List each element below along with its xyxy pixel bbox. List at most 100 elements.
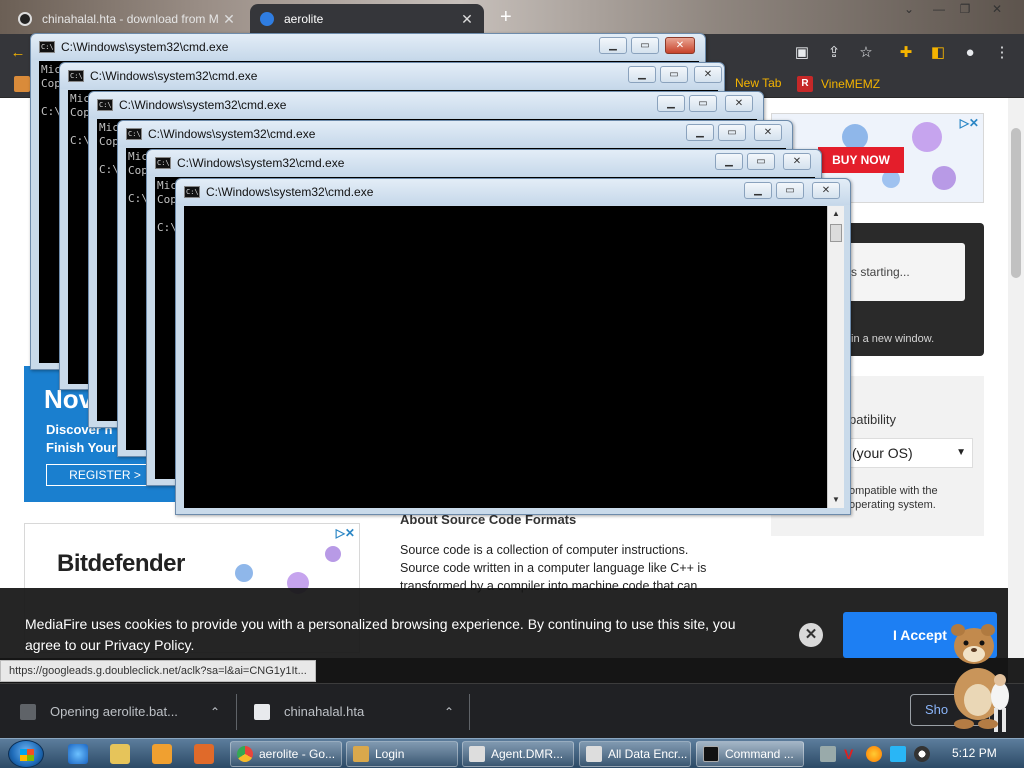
download-starting-text: s starting...	[851, 265, 910, 279]
minimize-button[interactable]: ▁	[744, 182, 772, 199]
close-button[interactable]: ✕	[725, 95, 753, 112]
cmd-scrollbar[interactable]: ▲ ▼	[827, 206, 844, 508]
close-button[interactable]: ✕	[754, 124, 782, 141]
taskbar-button-login[interactable]: Login	[346, 741, 458, 767]
cookie-close-button[interactable]: ✕	[799, 623, 823, 647]
explorer-folder-icon[interactable]	[110, 744, 130, 764]
profile-avatar-icon[interactable]: ●	[960, 43, 980, 63]
maximize-button[interactable]: ▭	[689, 95, 717, 112]
cmd-title: C:\Windows\system32\cmd.exe	[61, 40, 229, 54]
cookie-message: MediaFire uses cookies to provide you wi…	[25, 616, 736, 653]
internet-explorer-icon[interactable]	[68, 744, 88, 764]
download-item-aerolite[interactable]: Opening aerolite.bat... ⌃	[20, 684, 220, 739]
cmd-titlebar[interactable]: C:\ C:\Windows\system32\cmd.exe ▁ ▭ ✕	[89, 92, 763, 118]
close-button[interactable]: ✕	[694, 66, 722, 83]
cmd-window-active[interactable]: C:\ C:\Windows\system32\cmd.exe ▁ ▭ ✕ ▲ …	[175, 178, 851, 515]
minimize-button[interactable]: ▁	[628, 66, 656, 83]
buy-now-button[interactable]: BUY NOW	[818, 147, 904, 173]
divider	[236, 694, 237, 730]
close-button[interactable]: ✕	[812, 182, 840, 199]
tray-app-icon[interactable]	[820, 746, 836, 762]
menu-kebab-icon[interactable]: ⋮	[992, 43, 1012, 63]
minimize-button[interactable]: ▁	[715, 153, 743, 170]
scroll-up-icon[interactable]: ▲	[828, 206, 844, 222]
tab-aerolite[interactable]: aerolite ✕	[250, 4, 484, 34]
close-button[interactable]: ✕	[665, 37, 695, 54]
clock[interactable]: 5:12 PM	[952, 746, 997, 760]
cmd-titlebar[interactable]: C:\ C:\Windows\system32\cmd.exe ▁ ▭ ✕	[31, 34, 705, 60]
scrollbar-thumb[interactable]	[1011, 128, 1021, 278]
new-tab-button[interactable]: +	[500, 6, 512, 29]
taskbar-button-command[interactable]: Command ...	[696, 741, 804, 767]
taskbar-button-label: aerolite - Go...	[259, 747, 336, 761]
promo-line: Finish Your	[46, 440, 117, 455]
tray-search-icon[interactable]	[866, 746, 882, 762]
tray-volume-icon[interactable]	[914, 746, 930, 762]
cmd-icon: C:\	[184, 186, 200, 198]
chevron-up-icon[interactable]: ⌃	[444, 705, 454, 719]
media-player-icon[interactable]	[152, 744, 172, 764]
tab-close-icon[interactable]: ✕	[222, 11, 236, 28]
close-button[interactable]: ✕	[783, 153, 811, 170]
browser-tab-strip: chinahalal.hta - download from M ✕ aerol…	[0, 0, 1024, 34]
back-arrow-icon[interactable]: ←	[8, 43, 28, 63]
tray-v-icon[interactable]: V	[844, 746, 860, 762]
system-tray: V 5:12 PM	[812, 739, 1024, 768]
maximize-button[interactable]: ▭	[747, 153, 775, 170]
chevron-up-icon[interactable]: ⌃	[210, 705, 220, 719]
taskbar-button-label: All Data Encr...	[608, 747, 688, 761]
maximize-button[interactable]: ▭	[718, 124, 746, 141]
maximize-button[interactable]: ▭	[660, 66, 688, 83]
scrollbar-thumb[interactable]	[830, 224, 842, 242]
bookmark-star-icon[interactable]: ☆	[856, 43, 876, 63]
cmd-titlebar[interactable]: C:\ C:\Windows\system32\cmd.exe ▁ ▭ ✕	[118, 121, 792, 147]
taskbar-button-label: Agent.DMR...	[491, 747, 564, 761]
taskbar-button-data-encrypted[interactable]: All Data Encr...	[579, 741, 691, 767]
download-item-chinahalal[interactable]: chinahalal.hta ⌃	[254, 684, 454, 739]
window-close-button[interactable]: ✕	[986, 2, 1008, 18]
share-icon[interactable]: ⇪	[824, 43, 844, 63]
cmd-titlebar[interactable]: C:\ C:\Windows\system32\cmd.exe ▁ ▭ ✕	[176, 179, 850, 205]
tab-chinahalal[interactable]: chinahalal.hta - download from M ✕	[8, 4, 246, 34]
app-quicklaunch-icon[interactable]	[194, 744, 214, 764]
media-icon[interactable]: ▣	[792, 43, 812, 63]
minimize-button[interactable]: ▁	[686, 124, 714, 141]
cmd-icon: C:\	[155, 157, 171, 169]
download-label: chinahalal.hta	[284, 704, 365, 719]
maximize-button[interactable]: ▭	[631, 37, 659, 54]
taskbar-button-label: Command ...	[725, 747, 794, 761]
page-scrollbar[interactable]	[1008, 98, 1024, 658]
file-icon	[20, 703, 36, 720]
side-panel-icon[interactable]: ◧	[928, 43, 948, 63]
cmd-titlebar[interactable]: C:\ C:\Windows\system32\cmd.exe ▁ ▭ ✕	[60, 63, 724, 89]
adchoices-icon[interactable]: ▷✕	[960, 116, 979, 130]
scroll-down-icon[interactable]: ▼	[828, 492, 844, 508]
cmd-title: C:\Windows\system32\cmd.exe	[177, 156, 345, 170]
maximize-button[interactable]: ▭	[776, 182, 804, 199]
extensions-icon[interactable]: ✚	[896, 43, 916, 63]
hamster-sprite	[944, 616, 1016, 736]
minimize-button[interactable]: ▁	[599, 37, 627, 54]
tab-close-icon[interactable]: ✕	[460, 11, 474, 28]
taskbar-button-label: Login	[375, 747, 405, 761]
minimize-button[interactable]: ▁	[657, 95, 685, 112]
start-button[interactable]	[8, 740, 44, 768]
bookmark-vinememz[interactable]: R VineMEMZ	[797, 76, 880, 92]
taskbar-button-agent[interactable]: Agent.DMR...	[462, 741, 574, 767]
os-select[interactable]: (your OS) ▼	[849, 438, 973, 468]
downloads-bar: Opening aerolite.bat... ⌃ chinahalal.hta…	[0, 683, 1024, 738]
new-window-hint[interactable]: in a new window.	[851, 333, 934, 345]
cmd-titlebar[interactable]: C:\ C:\Windows\system32\cmd.exe ▁ ▭ ✕	[147, 150, 821, 176]
window-icon	[469, 746, 485, 762]
tab-search-icon[interactable]: ⌄	[898, 2, 920, 18]
window-minimize-button[interactable]: —	[928, 2, 950, 18]
bookmark-new-tab[interactable]: New Tab	[735, 76, 781, 90]
cmd-title: C:\Windows\system32\cmd.exe	[90, 69, 258, 83]
divider	[469, 694, 470, 730]
adchoices-icon[interactable]: ▷✕	[336, 526, 355, 540]
taskbar-button-chrome[interactable]: aerolite - Go...	[230, 741, 342, 767]
tray-network-icon[interactable]	[890, 746, 906, 762]
cmd-console[interactable]	[184, 206, 827, 508]
compatibility-note: ompatible with the operating system.	[849, 485, 938, 511]
window-restore-button[interactable]: ❐	[954, 2, 976, 18]
